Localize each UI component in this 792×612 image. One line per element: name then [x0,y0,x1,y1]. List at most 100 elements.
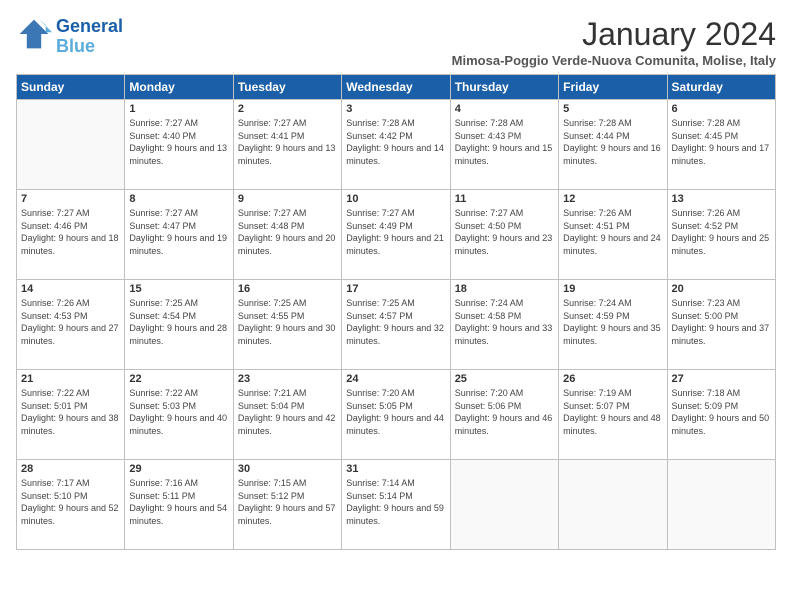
calendar-day-cell: 15 Sunrise: 7:25 AMSunset: 4:54 PMDaylig… [125,280,233,370]
day-number: 21 [21,373,120,385]
day-info: Sunrise: 7:27 AMSunset: 4:41 PMDaylight:… [238,117,337,167]
day-number: 22 [129,373,228,385]
calendar-day-cell: 28 Sunrise: 7:17 AMSunset: 5:10 PMDaylig… [17,460,125,550]
calendar-day-cell: 18 Sunrise: 7:24 AMSunset: 4:58 PMDaylig… [450,280,558,370]
calendar-day-cell: 1 Sunrise: 7:27 AMSunset: 4:40 PMDayligh… [125,100,233,190]
day-number: 2 [238,103,337,115]
weekday-header-saturday: Saturday [667,75,775,100]
day-number: 13 [672,193,771,205]
calendar-day-cell: 19 Sunrise: 7:24 AMSunset: 4:59 PMDaylig… [559,280,667,370]
calendar-day-cell [17,100,125,190]
day-info: Sunrise: 7:25 AMSunset: 4:55 PMDaylight:… [238,297,337,347]
day-number: 17 [346,283,445,295]
day-number: 19 [563,283,662,295]
day-info: Sunrise: 7:27 AMSunset: 4:46 PMDaylight:… [21,207,120,257]
calendar-day-cell: 17 Sunrise: 7:25 AMSunset: 4:57 PMDaylig… [342,280,450,370]
calendar-day-cell: 14 Sunrise: 7:26 AMSunset: 4:53 PMDaylig… [17,280,125,370]
calendar-day-cell: 27 Sunrise: 7:18 AMSunset: 5:09 PMDaylig… [667,370,775,460]
day-number: 1 [129,103,228,115]
weekday-header-tuesday: Tuesday [233,75,341,100]
day-number: 20 [672,283,771,295]
calendar-day-cell: 8 Sunrise: 7:27 AMSunset: 4:47 PMDayligh… [125,190,233,280]
calendar-table: SundayMondayTuesdayWednesdayThursdayFrid… [16,74,776,550]
day-info: Sunrise: 7:24 AMSunset: 4:58 PMDaylight:… [455,297,554,347]
day-number: 28 [21,463,120,475]
day-info: Sunrise: 7:27 AMSunset: 4:50 PMDaylight:… [455,207,554,257]
calendar-day-cell: 21 Sunrise: 7:22 AMSunset: 5:01 PMDaylig… [17,370,125,460]
day-number: 10 [346,193,445,205]
day-info: Sunrise: 7:27 AMSunset: 4:47 PMDaylight:… [129,207,228,257]
logo-icon [16,16,52,57]
calendar-day-cell: 10 Sunrise: 7:27 AMSunset: 4:49 PMDaylig… [342,190,450,280]
day-number: 3 [346,103,445,115]
day-info: Sunrise: 7:26 AMSunset: 4:53 PMDaylight:… [21,297,120,347]
day-info: Sunrise: 7:22 AMSunset: 5:01 PMDaylight:… [21,387,120,437]
day-info: Sunrise: 7:27 AMSunset: 4:40 PMDaylight:… [129,117,228,167]
calendar-day-cell: 25 Sunrise: 7:20 AMSunset: 5:06 PMDaylig… [450,370,558,460]
day-info: Sunrise: 7:28 AMSunset: 4:44 PMDaylight:… [563,117,662,167]
day-number: 16 [238,283,337,295]
calendar-day-cell: 2 Sunrise: 7:27 AMSunset: 4:41 PMDayligh… [233,100,341,190]
day-info: Sunrise: 7:28 AMSunset: 4:42 PMDaylight:… [346,117,445,167]
title-block: January 2024 Mimosa-Poggio Verde-Nuova C… [452,16,776,68]
day-info: Sunrise: 7:26 AMSunset: 4:52 PMDaylight:… [672,207,771,257]
day-number: 24 [346,373,445,385]
calendar-header-row: SundayMondayTuesdayWednesdayThursdayFrid… [17,75,776,100]
day-number: 30 [238,463,337,475]
day-info: Sunrise: 7:19 AMSunset: 5:07 PMDaylight:… [563,387,662,437]
day-info: Sunrise: 7:14 AMSunset: 5:14 PMDaylight:… [346,477,445,527]
calendar-week-row: 21 Sunrise: 7:22 AMSunset: 5:01 PMDaylig… [17,370,776,460]
calendar-day-cell: 9 Sunrise: 7:27 AMSunset: 4:48 PMDayligh… [233,190,341,280]
month-title: January 2024 [452,16,776,53]
day-number: 7 [21,193,120,205]
weekday-header-monday: Monday [125,75,233,100]
day-number: 15 [129,283,228,295]
day-info: Sunrise: 7:28 AMSunset: 4:45 PMDaylight:… [672,117,771,167]
calendar-day-cell [559,460,667,550]
day-number: 25 [455,373,554,385]
day-info: Sunrise: 7:16 AMSunset: 5:11 PMDaylight:… [129,477,228,527]
day-info: Sunrise: 7:21 AMSunset: 5:04 PMDaylight:… [238,387,337,437]
weekday-header-friday: Friday [559,75,667,100]
day-number: 26 [563,373,662,385]
calendar-day-cell: 4 Sunrise: 7:28 AMSunset: 4:43 PMDayligh… [450,100,558,190]
day-number: 29 [129,463,228,475]
weekday-header-wednesday: Wednesday [342,75,450,100]
page-header: General Blue January 2024 Mimosa-Poggio … [16,16,776,68]
calendar-day-cell: 16 Sunrise: 7:25 AMSunset: 4:55 PMDaylig… [233,280,341,370]
calendar-day-cell: 23 Sunrise: 7:21 AMSunset: 5:04 PMDaylig… [233,370,341,460]
day-info: Sunrise: 7:15 AMSunset: 5:12 PMDaylight:… [238,477,337,527]
day-info: Sunrise: 7:18 AMSunset: 5:09 PMDaylight:… [672,387,771,437]
calendar-day-cell: 12 Sunrise: 7:26 AMSunset: 4:51 PMDaylig… [559,190,667,280]
calendar-day-cell: 13 Sunrise: 7:26 AMSunset: 4:52 PMDaylig… [667,190,775,280]
day-number: 8 [129,193,228,205]
logo-text: General Blue [56,17,123,57]
calendar-day-cell: 6 Sunrise: 7:28 AMSunset: 4:45 PMDayligh… [667,100,775,190]
calendar-day-cell: 5 Sunrise: 7:28 AMSunset: 4:44 PMDayligh… [559,100,667,190]
day-info: Sunrise: 7:25 AMSunset: 4:57 PMDaylight:… [346,297,445,347]
calendar-day-cell [667,460,775,550]
day-info: Sunrise: 7:17 AMSunset: 5:10 PMDaylight:… [21,477,120,527]
calendar-day-cell: 31 Sunrise: 7:14 AMSunset: 5:14 PMDaylig… [342,460,450,550]
day-info: Sunrise: 7:22 AMSunset: 5:03 PMDaylight:… [129,387,228,437]
day-number: 11 [455,193,554,205]
day-number: 31 [346,463,445,475]
calendar-week-row: 1 Sunrise: 7:27 AMSunset: 4:40 PMDayligh… [17,100,776,190]
day-number: 5 [563,103,662,115]
calendar-day-cell: 24 Sunrise: 7:20 AMSunset: 5:05 PMDaylig… [342,370,450,460]
day-number: 14 [21,283,120,295]
day-info: Sunrise: 7:26 AMSunset: 4:51 PMDaylight:… [563,207,662,257]
calendar-day-cell: 3 Sunrise: 7:28 AMSunset: 4:42 PMDayligh… [342,100,450,190]
day-number: 23 [238,373,337,385]
day-info: Sunrise: 7:25 AMSunset: 4:54 PMDaylight:… [129,297,228,347]
calendar-week-row: 7 Sunrise: 7:27 AMSunset: 4:46 PMDayligh… [17,190,776,280]
weekday-header-thursday: Thursday [450,75,558,100]
calendar-day-cell: 29 Sunrise: 7:16 AMSunset: 5:11 PMDaylig… [125,460,233,550]
day-number: 4 [455,103,554,115]
day-number: 12 [563,193,662,205]
day-info: Sunrise: 7:27 AMSunset: 4:49 PMDaylight:… [346,207,445,257]
calendar-day-cell: 7 Sunrise: 7:27 AMSunset: 4:46 PMDayligh… [17,190,125,280]
day-info: Sunrise: 7:28 AMSunset: 4:43 PMDaylight:… [455,117,554,167]
day-number: 18 [455,283,554,295]
calendar-week-row: 14 Sunrise: 7:26 AMSunset: 4:53 PMDaylig… [17,280,776,370]
